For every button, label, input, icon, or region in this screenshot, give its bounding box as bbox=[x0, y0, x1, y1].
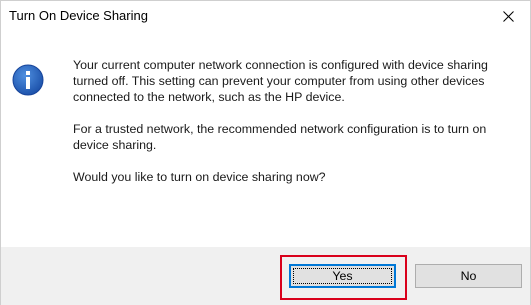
no-button[interactable]: No bbox=[415, 264, 522, 288]
message-paragraph-1: Your current computer network connection… bbox=[73, 58, 488, 104]
button-bar: Yes No bbox=[1, 247, 530, 305]
title-bar: Turn On Device Sharing bbox=[1, 1, 530, 31]
window-title: Turn On Device Sharing bbox=[9, 8, 148, 23]
message-paragraph-2: For a trusted network, the recommended n… bbox=[73, 122, 487, 152]
dialog-content: Your current computer network connection… bbox=[1, 31, 530, 247]
yes-button[interactable]: Yes bbox=[289, 264, 396, 288]
close-button[interactable] bbox=[486, 1, 530, 31]
information-icon bbox=[12, 64, 44, 96]
yes-button-label: Yes bbox=[332, 269, 353, 283]
close-icon bbox=[502, 10, 514, 22]
no-button-label: No bbox=[460, 269, 477, 283]
message-paragraph-3: Would you like to turn on device sharing… bbox=[73, 170, 326, 184]
dialog-window: Turn On Device Sharing Your current comp… bbox=[0, 0, 531, 305]
message-text: Your current computer network connection… bbox=[73, 57, 523, 201]
